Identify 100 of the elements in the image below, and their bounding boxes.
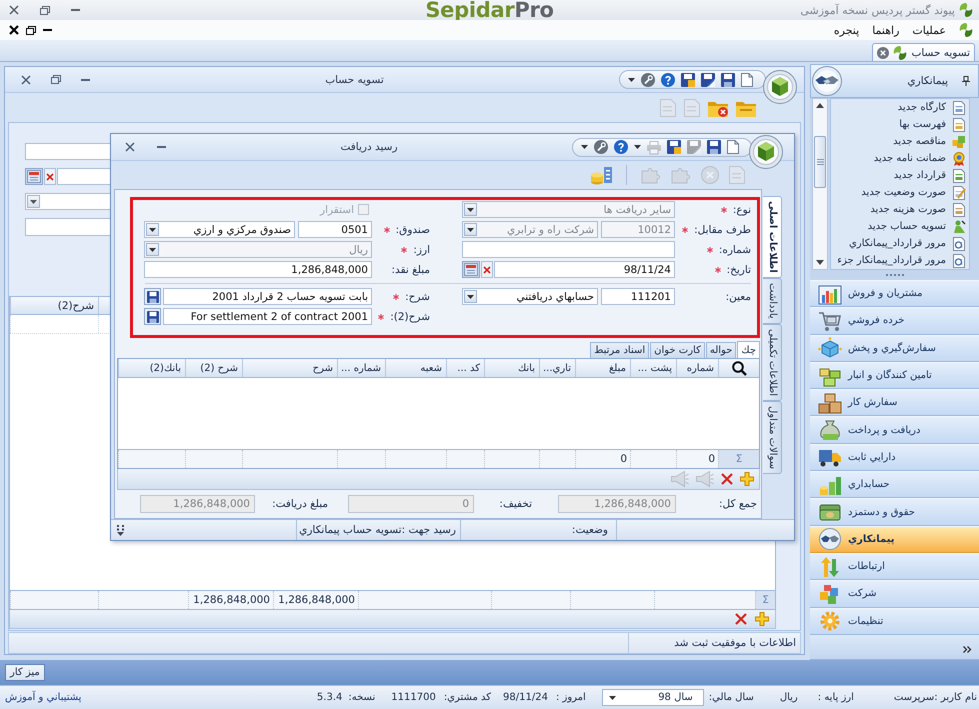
- column-header[interactable]: کد ...: [446, 359, 484, 377]
- save-icon[interactable]: [667, 140, 681, 154]
- scrollbar[interactable]: [812, 98, 828, 270]
- save-icon[interactable]: [707, 140, 721, 154]
- select-field[interactable]: حسابهاي دريافتني: [462, 288, 598, 305]
- wrench-icon[interactable]: [594, 140, 608, 154]
- menu-item[interactable]: عملیات: [912, 24, 946, 36]
- module-button[interactable]: خرده فروشي: [810, 307, 979, 335]
- save-as-icon[interactable]: [701, 72, 715, 86]
- new-document-icon[interactable]: [741, 72, 753, 86]
- text-field[interactable]: 1,286,848,000: [144, 261, 372, 278]
- arrow-up-icon[interactable]: [816, 103, 824, 108]
- save-icon[interactable]: [721, 72, 735, 86]
- shortcut-link[interactable]: مرور قرارداد_پیمانکار جزء: [837, 255, 946, 266]
- caret-icon[interactable]: [628, 78, 635, 82]
- minimize-icon[interactable]: [81, 78, 90, 80]
- coins-icon[interactable]: [590, 165, 612, 185]
- column-header[interactable]: شماره: [676, 359, 718, 377]
- module-button[interactable]: سفارش‌گيري و پخش: [810, 334, 979, 362]
- column-header[interactable]: مبلغ: [575, 359, 630, 377]
- module-button[interactable]: مشتريان و فروش: [810, 280, 979, 308]
- help-icon[interactable]: [614, 140, 628, 154]
- shortcut-link[interactable]: مناقصه جدید: [893, 136, 946, 147]
- side-tab[interactable]: اطلاعات اصلی: [763, 196, 782, 278]
- shortcut-link[interactable]: صورت وضعیت جدید: [861, 187, 946, 198]
- new-document-icon[interactable]: [727, 140, 739, 154]
- save-icon[interactable]: [681, 72, 695, 86]
- save-button[interactable]: [144, 288, 161, 305]
- text-field[interactable]: بابت تسويه حساب 2 قرارداد 2001: [163, 288, 372, 305]
- shortcut-link[interactable]: مرور قرارداد_پیمانکاري: [849, 238, 946, 249]
- module-button[interactable]: تامين كنندگان و انبار: [810, 362, 979, 390]
- module-button[interactable]: تنظيمات: [810, 608, 979, 635]
- delete-icon[interactable]: [735, 613, 747, 625]
- column-header[interactable]: شعبه: [385, 359, 446, 377]
- leaf-icon[interactable]: [959, 23, 973, 37]
- dropdown-button[interactable]: [27, 195, 40, 208]
- shortcut-link[interactable]: تسویه حساب جدید: [868, 221, 946, 232]
- side-tab[interactable]: اطلاعات تکمیلی: [763, 324, 782, 401]
- add-icon[interactable]: [740, 472, 754, 486]
- close-icon[interactable]: [9, 25, 19, 35]
- select-field[interactable]: صندوق مرکزي و ارزي: [144, 221, 295, 238]
- module-button[interactable]: دريافت و پرداخت: [810, 416, 979, 444]
- clear-button[interactable]: [44, 168, 56, 185]
- grid-tab[interactable]: حواله: [706, 342, 736, 358]
- grid-tab[interactable]: اسناد مرتبط: [590, 342, 650, 358]
- module-button[interactable]: دارايي ثابت: [810, 444, 979, 472]
- help-icon[interactable]: [661, 72, 675, 86]
- column-header[interactable]: تاري...: [539, 359, 575, 377]
- orb-menu-button[interactable]: [749, 135, 783, 169]
- arrow-down-icon[interactable]: [816, 260, 824, 265]
- caret-icon[interactable]: [634, 145, 641, 149]
- calendar-button[interactable]: [462, 261, 480, 278]
- document-tab[interactable]: تسویه حساب: [872, 43, 975, 61]
- module-button[interactable]: شركت: [810, 580, 979, 608]
- shortcut-link[interactable]: صورت هزینه جدید: [870, 204, 946, 215]
- add-icon[interactable]: [755, 612, 769, 626]
- save-button[interactable]: [144, 308, 161, 325]
- search-icon[interactable]: [732, 360, 746, 376]
- text-field[interactable]: [462, 241, 675, 258]
- module-button[interactable]: حقوق و دستمزد: [810, 498, 979, 526]
- shortcut-link[interactable]: کارگاه جدید: [898, 102, 946, 113]
- options-icon[interactable]: [117, 524, 124, 536]
- chevron-icon[interactable]: [963, 646, 971, 653]
- shortcut-link[interactable]: قرارداد جدید: [894, 170, 946, 181]
- year-select[interactable]: سال 98: [602, 689, 704, 706]
- side-tab[interactable]: سوالات متداول: [763, 400, 782, 474]
- column-header[interactable]: شرح: [242, 359, 337, 377]
- date-field[interactable]: 98/11/24: [494, 261, 675, 278]
- dropdown-button[interactable]: [464, 290, 477, 303]
- clear-button[interactable]: [481, 261, 493, 278]
- module-button[interactable]: ارتباطات: [810, 552, 979, 580]
- module-button[interactable]: حسابداري: [810, 471, 979, 498]
- column-header[interactable]: پشت ...: [630, 359, 676, 377]
- shortcut-link[interactable]: فهرست بها: [899, 119, 946, 130]
- menu-item[interactable]: پنجره: [834, 24, 860, 36]
- calendar-button[interactable]: [25, 168, 43, 185]
- delete-icon[interactable]: [721, 473, 733, 485]
- orb-menu-button[interactable]: [763, 70, 797, 104]
- menu-item[interactable]: راهنما: [872, 24, 900, 36]
- dropdown-button[interactable]: [146, 223, 159, 236]
- column-header[interactable]: شرح(2): [10, 297, 98, 314]
- pin-icon[interactable]: [962, 76, 970, 86]
- column-header[interactable]: بانك: [484, 359, 539, 377]
- text-field[interactable]: For settlement 2 of contract 2001: [163, 308, 372, 325]
- column-header[interactable]: بانك(2): [118, 359, 185, 377]
- wrench-icon[interactable]: [641, 72, 655, 86]
- scroll-thumb[interactable]: [814, 136, 826, 188]
- code-field[interactable]: 0501: [298, 221, 372, 238]
- restore-icon[interactable]: [26, 26, 36, 34]
- grid-tab[interactable]: چك: [737, 341, 760, 358]
- support-link[interactable]: پشتیباني و آموزش: [5, 692, 82, 703]
- module-button[interactable]: سفارش كار: [810, 389, 979, 416]
- code-field[interactable]: 111201: [601, 288, 675, 305]
- side-tab[interactable]: یادداشت: [763, 278, 782, 324]
- column-header[interactable]: شماره ...: [337, 359, 385, 377]
- taskbar-button[interactable]: میز کار: [5, 664, 45, 681]
- module-button[interactable]: پیمانکاري: [810, 526, 979, 553]
- shortcut-link[interactable]: ضمانت نامه جدید: [874, 153, 946, 164]
- caret-icon[interactable]: [581, 145, 588, 149]
- grid-tab[interactable]: كارت خوان: [650, 342, 705, 358]
